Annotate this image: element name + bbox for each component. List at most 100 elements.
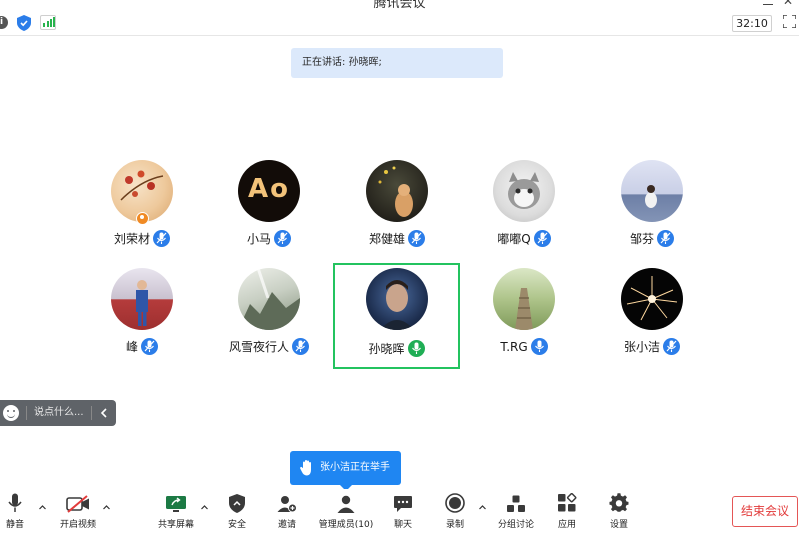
participant-name-row: 风雪夜行人 [205, 338, 333, 355]
participant-name-row: 峰 [78, 338, 206, 355]
shield-icon[interactable] [17, 15, 31, 31]
chevron-up-icon[interactable] [38, 503, 47, 512]
mute-label: 静音 [5, 520, 24, 530]
participant-name: 郑健雄 [368, 232, 405, 246]
chevron-up-icon[interactable] [200, 503, 209, 512]
mic-muted-icon [533, 230, 551, 247]
participant-tile[interactable]: 嘟嘟Q [460, 150, 588, 250]
avatar [238, 268, 300, 330]
participant-tile[interactable]: 郑健雄 [333, 150, 461, 250]
minimize-icon[interactable] [763, 0, 773, 5]
close-icon[interactable]: ✕ [783, 0, 793, 8]
chat-bubble-icon [394, 496, 412, 512]
end-meeting-button[interactable]: 结束会议 [732, 496, 798, 527]
security-button[interactable]: 安全 [222, 489, 252, 534]
emoji-icon[interactable] [3, 405, 19, 421]
window-title: 腾讯会议 [373, 0, 426, 10]
share-screen-button[interactable]: 共享屏幕 [154, 489, 198, 534]
participant-name: 小马 [246, 232, 271, 246]
record-icon [445, 493, 465, 513]
record-button[interactable]: 录制 [440, 489, 470, 534]
speaking-indicator: 正在讲话: 孙晓晖; [291, 48, 503, 78]
invite-button[interactable]: 邀请 [272, 489, 302, 534]
participant-tile[interactable]: 邹芬 [588, 150, 716, 250]
breakout-rooms-icon [507, 495, 525, 512]
mic-muted-icon [141, 338, 158, 355]
participant-tile[interactable]: 张小洁 [588, 258, 716, 358]
mic-muted-icon [274, 230, 291, 247]
mic-muted-icon [153, 230, 170, 247]
mic-active-icon [407, 340, 425, 357]
avatar [621, 268, 683, 330]
members-icon [337, 495, 355, 513]
chevron-left-icon[interactable] [98, 406, 110, 420]
add-user-icon [277, 496, 297, 513]
avatar [621, 160, 683, 222]
apps-button[interactable]: 应用 [552, 489, 582, 534]
breakout-label: 分组讨论 [497, 520, 534, 530]
chat-placeholder[interactable]: 说点什么... [34, 400, 84, 426]
mic-muted-icon [408, 230, 425, 247]
video-off-icon [66, 495, 89, 513]
record-label: 录制 [445, 520, 464, 530]
avatar: Ao [238, 160, 300, 222]
participant-tile[interactable]: 刘荣材 [78, 150, 206, 250]
info-icon[interactable]: i [0, 16, 8, 29]
network-signal-icon[interactable] [40, 15, 56, 30]
divider [91, 406, 92, 420]
participant-tile[interactable]: 风雪夜行人 [205, 258, 333, 358]
participant-name-row: 孙晓晖 [335, 340, 458, 357]
avatar [111, 268, 173, 330]
mic-muted-icon [663, 338, 680, 355]
mic-muted-icon [657, 230, 674, 247]
manage-members-button[interactable]: 管理成员(10) [316, 489, 376, 534]
start-video-button[interactable]: 开启视频 [55, 489, 101, 534]
share-label: 共享屏幕 [157, 520, 194, 530]
avatar [366, 268, 428, 330]
raise-hand-notification[interactable]: 张小洁正在举手 [290, 451, 401, 491]
members-label: 管理成员(10) [318, 520, 374, 530]
meeting-toolbar: 静音 开启视频 共享屏幕 安全 邀请 管理成员(10) 聊天 录制 分组讨论 应… [0, 489, 799, 534]
chat-label: 聊天 [393, 520, 412, 530]
divider [26, 406, 27, 420]
meeting-timer: 32:10 [732, 15, 772, 32]
participant-tile[interactable]: T.RG [460, 258, 588, 358]
mic-icon [530, 338, 548, 355]
participant-name: 邹芬 [629, 232, 654, 246]
avatar-text: Ao [248, 174, 290, 204]
participant-name: 张小洁 [623, 340, 660, 354]
apps-label: 应用 [557, 520, 576, 530]
participant-name: 孙晓晖 [368, 342, 405, 356]
participant-name: 风雪夜行人 [228, 340, 289, 354]
mute-button[interactable]: 静音 [0, 489, 30, 534]
chevron-up-icon[interactable] [478, 503, 487, 512]
meeting-topbar: i 32:10 [0, 10, 799, 36]
chat-button[interactable]: 聊天 [388, 489, 418, 534]
participant-tile[interactable]: Ao 小马 [205, 150, 333, 250]
chevron-up-icon[interactable] [102, 503, 111, 512]
mic-muted-icon [292, 338, 309, 355]
hand-icon [300, 460, 311, 476]
participant-name: T.RG [500, 339, 528, 354]
participant-name-row: 郑健雄 [333, 230, 461, 247]
participant-name-row: 嘟嘟Q [460, 230, 588, 247]
microphone-icon [8, 493, 22, 512]
settings-button[interactable]: 设置 [604, 489, 634, 534]
participant-name-row: 刘荣材 [78, 230, 206, 247]
invite-label: 邀请 [277, 520, 296, 530]
participant-tile[interactable]: 峰 [78, 258, 206, 358]
video-label: 开启视频 [59, 520, 96, 530]
avatar [366, 160, 428, 222]
security-label: 安全 [227, 520, 246, 530]
participant-name-row: 邹芬 [588, 230, 716, 247]
participant-name-row: 张小洁 [588, 338, 716, 355]
share-screen-icon [166, 496, 186, 512]
apps-grid-icon [558, 493, 577, 512]
participant-tile-active-speaker[interactable]: 孙晓晖 [333, 263, 460, 369]
participant-name: 刘荣材 [113, 232, 150, 246]
breakout-rooms-button[interactable]: 分组讨论 [496, 489, 536, 534]
host-icon [136, 212, 149, 225]
participant-name: 嘟嘟Q [497, 232, 531, 246]
fullscreen-icon[interactable] [783, 15, 796, 28]
chat-quick-input[interactable]: 说点什么... [0, 400, 116, 426]
